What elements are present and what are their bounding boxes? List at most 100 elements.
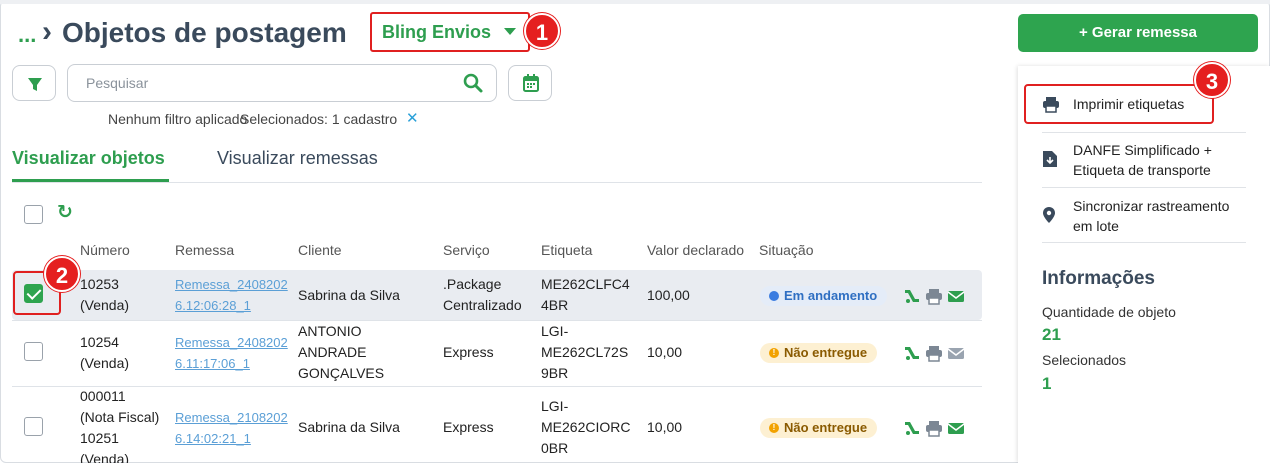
remessa-link[interactable]: Remessa_2108202 <box>175 407 288 428</box>
etiqueta-line: ME262CIORC <box>541 419 631 435</box>
etiqueta-line: 4BR <box>541 297 569 313</box>
column-header-remessa[interactable]: Remessa <box>175 242 234 258</box>
cell-cliente: ANTONIO ANDRADE GONÇALVES <box>298 321 384 384</box>
annotation-badge-1: 1 <box>524 13 560 49</box>
calendar-icon <box>523 74 539 92</box>
cliente-line: ANTONIO <box>298 323 362 339</box>
action-divider <box>1042 187 1246 188</box>
account-dropdown-label: Bling Envios <box>382 22 492 42</box>
cell-valor: 10,00 <box>647 419 683 435</box>
column-header-cliente[interactable]: Cliente <box>298 242 342 258</box>
cell-etiqueta: LGI- ME262CL72S 9BR <box>541 321 628 384</box>
sincronizar-rastreamento-action[interactable]: Sincronizar rastreamento em lote <box>1073 196 1229 236</box>
servico-line: Centralizado <box>443 297 522 313</box>
status-label: Em andamento <box>784 288 878 303</box>
etiqueta-line: LGI- <box>541 398 569 414</box>
tabs-divider <box>12 182 982 183</box>
clear-selection-icon[interactable]: ✕ <box>406 109 419 127</box>
print-icon[interactable] <box>925 419 943 437</box>
warning-icon: ! <box>769 348 779 358</box>
column-header-etiqueta[interactable]: Etiqueta <box>541 242 592 258</box>
numero-line: 10253 <box>80 276 119 292</box>
tab-visualizar-remessas[interactable]: Visualizar remessas <box>217 148 378 169</box>
action-label-line: Sincronizar rastreamento <box>1073 198 1230 214</box>
etiqueta-line: 0BR <box>541 440 569 456</box>
etiqueta-line: ME262CLFC4 <box>541 276 630 292</box>
etiqueta-line: 9BR <box>541 365 569 381</box>
cell-cliente: Sabrina da Silva <box>298 419 400 435</box>
remessa-link[interactable]: Remessa_2408202 <box>175 332 288 353</box>
etiqueta-line: LGI- <box>541 323 569 339</box>
remessa-link[interactable]: 6.14:02:21_1 <box>175 428 288 449</box>
action-divider <box>1042 132 1246 133</box>
cell-servico: .Package Centralizado <box>443 274 522 316</box>
no-filter-text: Nenhum filtro aplicado <box>108 111 248 127</box>
column-header-servico[interactable]: Serviço <box>443 242 490 258</box>
status-badge: ! Não entregue <box>760 343 878 363</box>
remessa-link[interactable]: 6.11:17:06_1 <box>175 353 288 374</box>
status-badge: ! Não entregue <box>760 418 878 438</box>
actions-panel <box>1018 66 1270 463</box>
breadcrumb-ellipsis[interactable]: ... <box>18 22 36 48</box>
print-icon[interactable] <box>925 287 943 305</box>
numero-line: (Nota Fiscal) <box>80 409 160 425</box>
email-icon[interactable] <box>947 287 965 305</box>
gerar-remessa-button[interactable]: + Gerar remessa <box>1018 14 1258 52</box>
selected-label: Selecionados <box>1042 352 1127 368</box>
quantity-label: Quantidade de objeto <box>1042 304 1176 320</box>
numero-line: (Venda) <box>80 451 130 463</box>
filter-icon <box>28 78 42 91</box>
cell-servico: Express <box>443 344 494 360</box>
tracking-truck-icon[interactable] <box>903 287 921 305</box>
map-pin-icon <box>1043 207 1055 223</box>
imprimir-etiquetas-action[interactable]: Imprimir etiquetas <box>1073 94 1184 114</box>
selected-value: 1 <box>1042 374 1052 393</box>
action-label-line: Etiqueta de transporte <box>1073 162 1211 178</box>
tracking-truck-icon[interactable] <box>903 419 921 437</box>
cell-cliente: Sabrina da Silva <box>298 287 400 303</box>
row-checkbox[interactable] <box>24 342 43 361</box>
tracking-truck-icon[interactable] <box>903 344 921 362</box>
email-icon[interactable] <box>947 344 965 362</box>
status-badge: Em andamento <box>760 286 888 306</box>
page-title: Objetos de postagem <box>62 17 347 48</box>
row-checkbox[interactable] <box>24 417 43 436</box>
search-icon[interactable] <box>462 72 484 94</box>
numero-line: 10251 <box>80 430 119 446</box>
cell-valor: 10,00 <box>647 344 683 360</box>
cell-servico: Express <box>443 419 494 435</box>
status-label: Não entregue <box>784 345 868 360</box>
quantity-value: 21 <box>1042 325 1061 344</box>
cell-remessa[interactable]: Remessa_2408202 6.12:06:28_1 <box>175 274 288 316</box>
status-dot-icon <box>769 291 779 301</box>
status-label: Não entregue <box>784 420 868 435</box>
column-header-situacao[interactable]: Situação <box>759 242 813 258</box>
column-header-numero[interactable]: Número <box>80 242 130 258</box>
danfe-etiqueta-action[interactable]: DANFE Simplificado + Etiqueta de transpo… <box>1073 140 1212 180</box>
info-title: Informações <box>1042 268 1155 289</box>
printer-icon <box>1043 97 1059 113</box>
numero-line: 10254 <box>80 334 119 350</box>
remessa-link[interactable]: Remessa_2408202 <box>175 274 288 295</box>
remessa-link[interactable]: 6.12:06:28_1 <box>175 295 288 316</box>
cell-remessa[interactable]: Remessa_2108202 6.14:02:21_1 <box>175 407 288 449</box>
cell-valor: 100,00 <box>647 287 690 303</box>
cell-remessa[interactable]: Remessa_2408202 6.11:17:06_1 <box>175 332 288 374</box>
date-filter-button[interactable] <box>508 65 552 101</box>
filter-button[interactable] <box>12 65 56 101</box>
tab-visualizar-objetos[interactable]: Visualizar objetos <box>12 148 165 169</box>
select-all-checkbox[interactable] <box>24 205 43 224</box>
action-label-line: em lote <box>1073 218 1119 234</box>
cell-etiqueta: LGI- ME262CIORC 0BR <box>541 396 630 459</box>
refresh-icon[interactable]: ↻ <box>57 201 73 224</box>
print-icon[interactable] <box>925 344 943 362</box>
numero-line: (Venda) <box>80 355 130 371</box>
cliente-line: ANDRADE <box>298 344 367 360</box>
annotation-badge-3: 3 <box>1194 62 1230 98</box>
search-input[interactable] <box>86 74 446 92</box>
breadcrumb-chevron-icon: › <box>42 15 52 48</box>
caret-down-icon <box>504 28 516 35</box>
cell-numero: 10254 (Venda) <box>80 332 129 374</box>
email-icon[interactable] <box>947 419 965 437</box>
column-header-valor-declarado[interactable]: Valor declarado <box>647 242 744 258</box>
